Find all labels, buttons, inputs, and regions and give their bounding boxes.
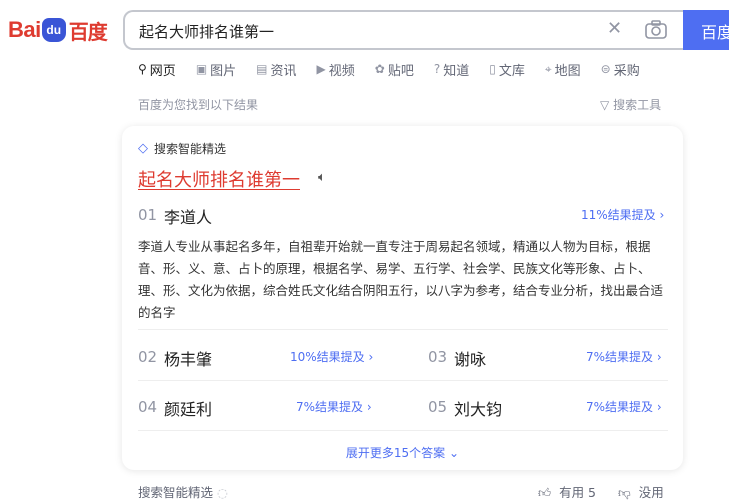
chevron-right-icon: › bbox=[659, 208, 665, 222]
logo-text-du: du bbox=[46, 23, 62, 37]
badge-label: 搜索智能精选 bbox=[154, 142, 227, 156]
divider bbox=[138, 430, 668, 431]
answer-name-link[interactable]: 李道人 bbox=[164, 204, 212, 228]
mention-link[interactable]: 11%结果提及 › bbox=[581, 206, 664, 223]
close-icon[interactable]: ✕ bbox=[607, 18, 622, 39]
thumbs-down-icon: 👎︎ bbox=[618, 485, 631, 500]
smart-answer-card: ◇ 搜索智能精选 起名大师排名谁第一 🔈︎ 01 李道人 11%结果提及 › 李… bbox=[122, 126, 683, 470]
useless-label: 没用 bbox=[638, 485, 664, 500]
search-icon: ⚲ bbox=[138, 62, 147, 76]
question-icon: ? bbox=[433, 62, 441, 76]
logo-text-chinese: 百度 bbox=[68, 19, 108, 44]
tieba-icon: ✿ bbox=[374, 62, 385, 76]
doc-icon: ▯ bbox=[489, 62, 496, 76]
tab-label: 视频 bbox=[328, 63, 355, 79]
answer-name-link[interactable]: 谢咏 bbox=[454, 346, 486, 370]
tab-label: 地图 bbox=[554, 63, 581, 79]
news-icon: ▤ bbox=[256, 62, 268, 76]
mention-text: 7%结果提及 bbox=[296, 400, 364, 414]
mention-link[interactable]: 10%结果提及 › bbox=[290, 348, 373, 365]
chevron-right-icon: › bbox=[656, 400, 662, 414]
chevron-right-icon: › bbox=[656, 350, 662, 364]
mention-text: 11%结果提及 bbox=[581, 208, 656, 222]
answer-name-link[interactable]: 刘大钧 bbox=[454, 396, 502, 420]
baidu-logo[interactable]: Bai du 百度 bbox=[8, 14, 112, 46]
speaker-icon[interactable]: 🔈︎ bbox=[318, 170, 326, 185]
search-button[interactable]: 百度 bbox=[683, 10, 729, 50]
search-tabs: ⚲ 网页 ▣ 图片 ▤ 资讯 ▶ 视频 ✿ 贴吧 ? 知道 ▯ 文库 ⌖ 地图 … bbox=[138, 58, 660, 80]
paw-icon: du bbox=[41, 18, 66, 42]
smart-badge: ◇ 搜索智能精选 bbox=[138, 140, 226, 157]
search-tools-button[interactable]: ▽ 搜索工具 bbox=[600, 96, 661, 113]
feedback-bar: 👍︎ 有用 5 👎︎ 没用 bbox=[538, 482, 672, 500]
tab-zhidao[interactable]: ? 知道 bbox=[434, 58, 469, 80]
search-query[interactable]: 起名大师排名谁第一 bbox=[139, 21, 274, 42]
tab-label: 图片 bbox=[210, 63, 237, 79]
chevron-down-icon: ⌄ bbox=[449, 446, 460, 460]
tab-wenku[interactable]: ▯ 文库 bbox=[489, 58, 525, 80]
rank-number: 02 bbox=[138, 348, 158, 366]
rank-number: 05 bbox=[428, 398, 448, 416]
tab-news[interactable]: ▤ 资讯 bbox=[256, 58, 296, 80]
mention-link[interactable]: 7%结果提及 › bbox=[586, 348, 662, 365]
tab-label: 网页 bbox=[149, 63, 176, 79]
card-title-link[interactable]: 起名大师排名谁第一 bbox=[138, 166, 300, 192]
rank-number: 01 bbox=[138, 206, 158, 224]
chevron-right-icon: › bbox=[366, 400, 372, 414]
tab-map[interactable]: ⌖ 地图 bbox=[545, 58, 581, 80]
info-icon[interactable]: ◌ bbox=[217, 485, 228, 500]
divider bbox=[138, 329, 668, 330]
tab-tieba[interactable]: ✿ 贴吧 bbox=[375, 58, 414, 80]
mention-text: 7%结果提及 bbox=[586, 400, 654, 414]
answer-name-link[interactable]: 杨丰肇 bbox=[164, 346, 212, 370]
search-input[interactable]: 起名大师排名谁第一 ✕ bbox=[123, 10, 685, 50]
mention-link[interactable]: 7%结果提及 › bbox=[296, 398, 372, 415]
answer-name-link[interactable]: 颜廷利 bbox=[164, 396, 212, 420]
thumbs-up-icon: 👍︎ bbox=[538, 485, 552, 500]
tab-label: 知道 bbox=[443, 63, 470, 79]
video-icon: ▶ bbox=[316, 62, 326, 76]
source-text: 搜索智能精选 bbox=[138, 485, 214, 500]
mention-text: 10%结果提及 bbox=[290, 350, 365, 364]
tab-label: 文库 bbox=[498, 63, 525, 79]
feedback-useless-button[interactable]: 👎︎ 没用 bbox=[618, 482, 668, 500]
tab-label: 资讯 bbox=[270, 63, 297, 79]
logo-text-bai: Bai bbox=[8, 17, 41, 42]
tab-purchase[interactable]: ⊜ 采购 bbox=[601, 58, 640, 80]
diamond-icon: ◇ bbox=[138, 141, 148, 156]
expand-more-button[interactable]: 展开更多15个答案 ⌄ bbox=[122, 444, 683, 461]
tab-label: 采购 bbox=[613, 63, 640, 79]
tab-web[interactable]: ⚲ 网页 bbox=[138, 58, 176, 80]
search-tools-label: 搜索工具 bbox=[613, 98, 662, 112]
answer-description: 李道人专业从事起名多年，自祖辈开始就一直专注于周易起名领域，精通以人物为目标，根… bbox=[138, 239, 664, 320]
rank-number: 04 bbox=[138, 398, 158, 416]
useful-label: 有用 5 bbox=[559, 485, 596, 500]
tab-images[interactable]: ▣ 图片 bbox=[196, 58, 236, 80]
mention-link[interactable]: 7%结果提及 › bbox=[586, 398, 662, 415]
filter-icon: ▽ bbox=[600, 98, 610, 112]
source-label: 搜索智能精选 ◌ bbox=[138, 482, 228, 500]
divider bbox=[138, 380, 668, 381]
mention-text: 7%结果提及 bbox=[586, 350, 654, 364]
result-count: 百度为您找到以下结果 bbox=[138, 98, 259, 112]
camera-icon[interactable] bbox=[643, 18, 669, 42]
feedback-useful-button[interactable]: 👍︎ 有用 5 bbox=[538, 482, 600, 500]
tab-video[interactable]: ▶ 视频 bbox=[317, 58, 355, 80]
purchase-icon: ⊜ bbox=[600, 62, 611, 76]
map-icon: ⌖ bbox=[544, 61, 552, 76]
chevron-right-icon: › bbox=[368, 350, 374, 364]
rank-number: 03 bbox=[428, 348, 448, 366]
image-icon: ▣ bbox=[195, 62, 208, 76]
tab-label: 贴吧 bbox=[387, 63, 414, 79]
expand-label: 展开更多15个答案 bbox=[345, 446, 446, 460]
